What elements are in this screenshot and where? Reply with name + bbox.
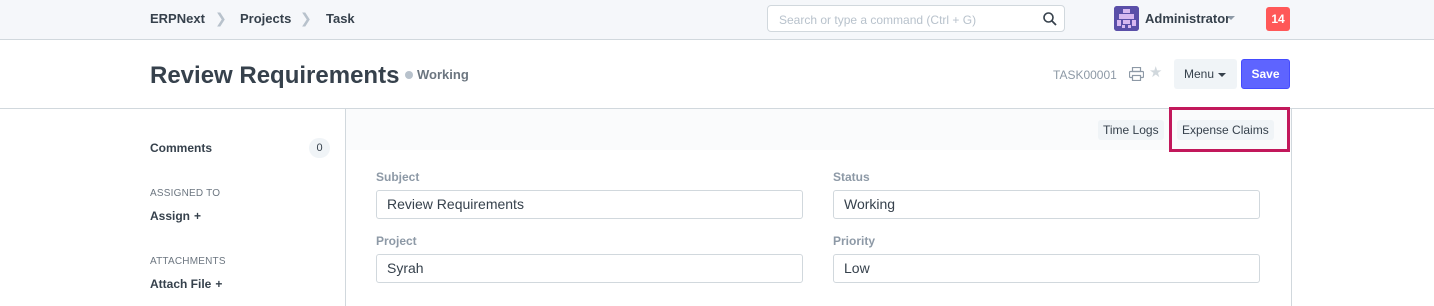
highlight-box bbox=[1169, 107, 1290, 152]
status-indicator-dot-icon bbox=[405, 71, 413, 79]
menu-button[interactable]: Menu bbox=[1174, 59, 1237, 89]
awesome-bar[interactable] bbox=[767, 5, 1065, 32]
chevron-down-icon bbox=[1218, 73, 1226, 77]
user-menu-name[interactable]: Administrator bbox=[1145, 11, 1230, 26]
notification-badge[interactable]: 14 bbox=[1266, 7, 1290, 31]
subject-field[interactable]: Review Requirements bbox=[376, 190, 803, 219]
assign-link[interactable]: Assign + bbox=[150, 209, 201, 223]
star-icon[interactable]: ★ bbox=[1149, 65, 1162, 80]
project-label: Project bbox=[376, 234, 417, 248]
priority-label: Priority bbox=[833, 234, 876, 248]
subject-label: Subject bbox=[376, 170, 420, 184]
plus-icon: + bbox=[194, 209, 202, 223]
document-id: TASK00001 bbox=[1053, 68, 1117, 82]
status-label: Status bbox=[833, 170, 870, 184]
attach-file-label: Attach File bbox=[150, 277, 212, 291]
chevron-down-icon[interactable] bbox=[1227, 16, 1235, 20]
form-dashboard: Time Logs Expense Claims bbox=[346, 109, 1291, 150]
sidebar-comments-link[interactable]: Comments bbox=[150, 141, 212, 155]
page-title: Review Requirements bbox=[150, 62, 400, 89]
comments-count-badge: 0 bbox=[309, 138, 330, 158]
status-select[interactable]: Working bbox=[833, 190, 1260, 219]
top-navbar: ERPNext ❯ Projects ❯ Task Administrator … bbox=[0, 0, 1434, 40]
attach-file-link[interactable]: Attach File + bbox=[150, 277, 222, 291]
status-indicator: Working bbox=[417, 67, 469, 82]
attachments-heading: ATTACHMENTS bbox=[150, 256, 226, 267]
breadcrumb-erpnext[interactable]: ERPNext bbox=[150, 11, 205, 26]
plus-icon: + bbox=[215, 277, 223, 291]
print-icon[interactable] bbox=[1129, 67, 1144, 81]
search-icon[interactable] bbox=[1042, 11, 1058, 27]
page-head: Review Requirements Working TASK00001 ★ … bbox=[0, 40, 1434, 109]
breadcrumb-chevron-icon: ❯ bbox=[215, 10, 227, 26]
project-field[interactable]: Syrah bbox=[376, 254, 803, 283]
assign-label: Assign bbox=[150, 209, 191, 223]
assigned-to-heading: ASSIGNED TO bbox=[150, 188, 221, 199]
avatar-identicon-icon bbox=[1114, 6, 1139, 31]
time-logs-link[interactable]: Time Logs bbox=[1098, 120, 1164, 140]
user-avatar[interactable] bbox=[1114, 6, 1139, 31]
breadcrumb-projects[interactable]: Projects bbox=[240, 11, 291, 26]
menu-button-label: Menu bbox=[1184, 67, 1215, 81]
breadcrumb-chevron-icon: ❯ bbox=[300, 10, 312, 26]
form-layout: Time Logs Expense Claims Subject Review … bbox=[345, 109, 1292, 306]
breadcrumb-task[interactable]: Task bbox=[326, 11, 355, 26]
priority-select[interactable]: Low bbox=[833, 254, 1260, 283]
save-button[interactable]: Save bbox=[1241, 59, 1290, 89]
search-input[interactable] bbox=[777, 11, 1036, 29]
